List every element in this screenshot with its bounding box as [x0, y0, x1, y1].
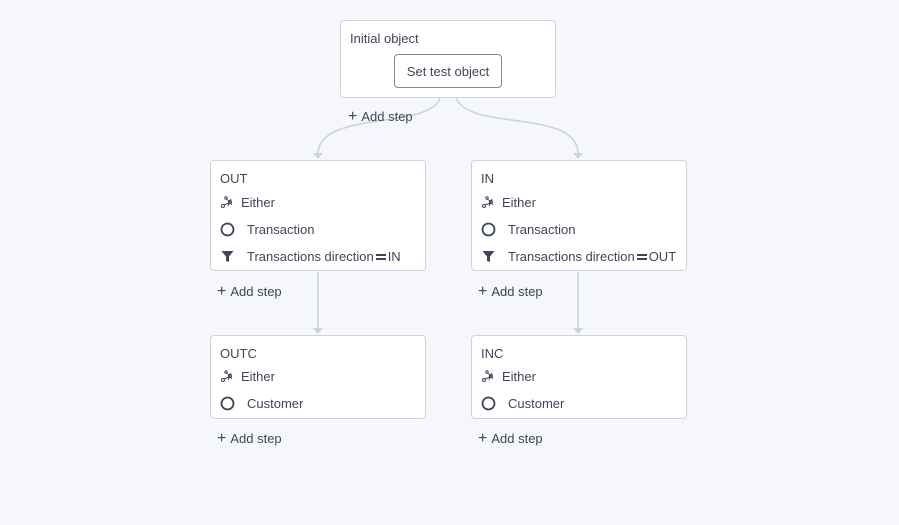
add-step-button[interactable]: + Add step [348, 108, 413, 125]
add-step-button[interactable]: + Add step [217, 283, 282, 300]
add-step-button[interactable]: + Add step [478, 283, 543, 300]
step-node[interactable]: IN Either Transaction Transactions direc… [471, 160, 687, 271]
circle-icon [219, 221, 235, 237]
add-step-button[interactable]: + Add step [478, 430, 543, 447]
arrow-head [313, 328, 323, 334]
relation-row: Either [480, 194, 536, 210]
funnel-icon [219, 248, 235, 264]
relation-row: Either [480, 368, 536, 384]
add-step-button[interactable]: + Add step [217, 430, 282, 447]
child-node[interactable]: OUTC Either Customer [210, 335, 426, 419]
filter-field: Transactions direction [508, 248, 635, 264]
circle-icon [480, 395, 496, 411]
filter-value: IN [387, 248, 401, 264]
circle-icon [219, 395, 235, 411]
graph-link-icon [480, 368, 496, 384]
node-title: INC [481, 346, 504, 361]
node-title: Initial object [350, 31, 419, 46]
relation-row: Either [219, 194, 275, 210]
object-row: Transaction [219, 221, 314, 237]
node-title: IN [481, 171, 494, 186]
arrow-head [573, 328, 583, 334]
arrow-head [573, 153, 583, 159]
equals-icon [375, 254, 386, 261]
relation-label: Either [502, 368, 536, 384]
relation-label: Either [241, 194, 275, 210]
relation-label: Either [502, 194, 536, 210]
graph-link-icon [219, 194, 235, 210]
node-title: OUTC [220, 346, 257, 361]
filter-row[interactable]: Transactions direction IN [219, 248, 401, 264]
object-label: Customer [508, 395, 565, 411]
filter-value: OUT [648, 248, 677, 264]
connector-root-in [455, 97, 579, 155]
arrow-head [313, 153, 323, 159]
filter-field: Transactions direction [247, 248, 374, 264]
initial-object-node[interactable]: Initial object Set test object [340, 20, 556, 98]
step-node[interactable]: OUT Either Transaction Transactions dire… [210, 160, 426, 271]
plus-icon: + [348, 108, 358, 125]
relation-label: Either [241, 368, 275, 384]
object-row: Transaction [480, 221, 575, 237]
plus-icon: + [478, 283, 488, 300]
object-label: Customer [247, 395, 304, 411]
plus-icon: + [217, 283, 227, 300]
funnel-icon [480, 248, 496, 264]
object-row: Customer [480, 395, 564, 411]
plus-icon: + [478, 430, 488, 447]
object-label: Transaction [247, 221, 315, 237]
graph-link-icon [480, 194, 496, 210]
relation-row: Either [219, 368, 275, 384]
filter-row[interactable]: Transactions direction OUT [480, 248, 676, 264]
object-row: Customer [219, 395, 303, 411]
equals-icon [636, 254, 647, 261]
set-test-object-button[interactable]: Set test object [394, 54, 502, 88]
plus-icon: + [217, 430, 227, 447]
child-node[interactable]: INC Either Customer [471, 335, 687, 419]
node-title: OUT [220, 171, 248, 186]
circle-icon [480, 221, 496, 237]
graph-link-icon [219, 368, 235, 384]
connector-root-out [317, 97, 441, 155]
object-label: Transaction [508, 221, 576, 237]
